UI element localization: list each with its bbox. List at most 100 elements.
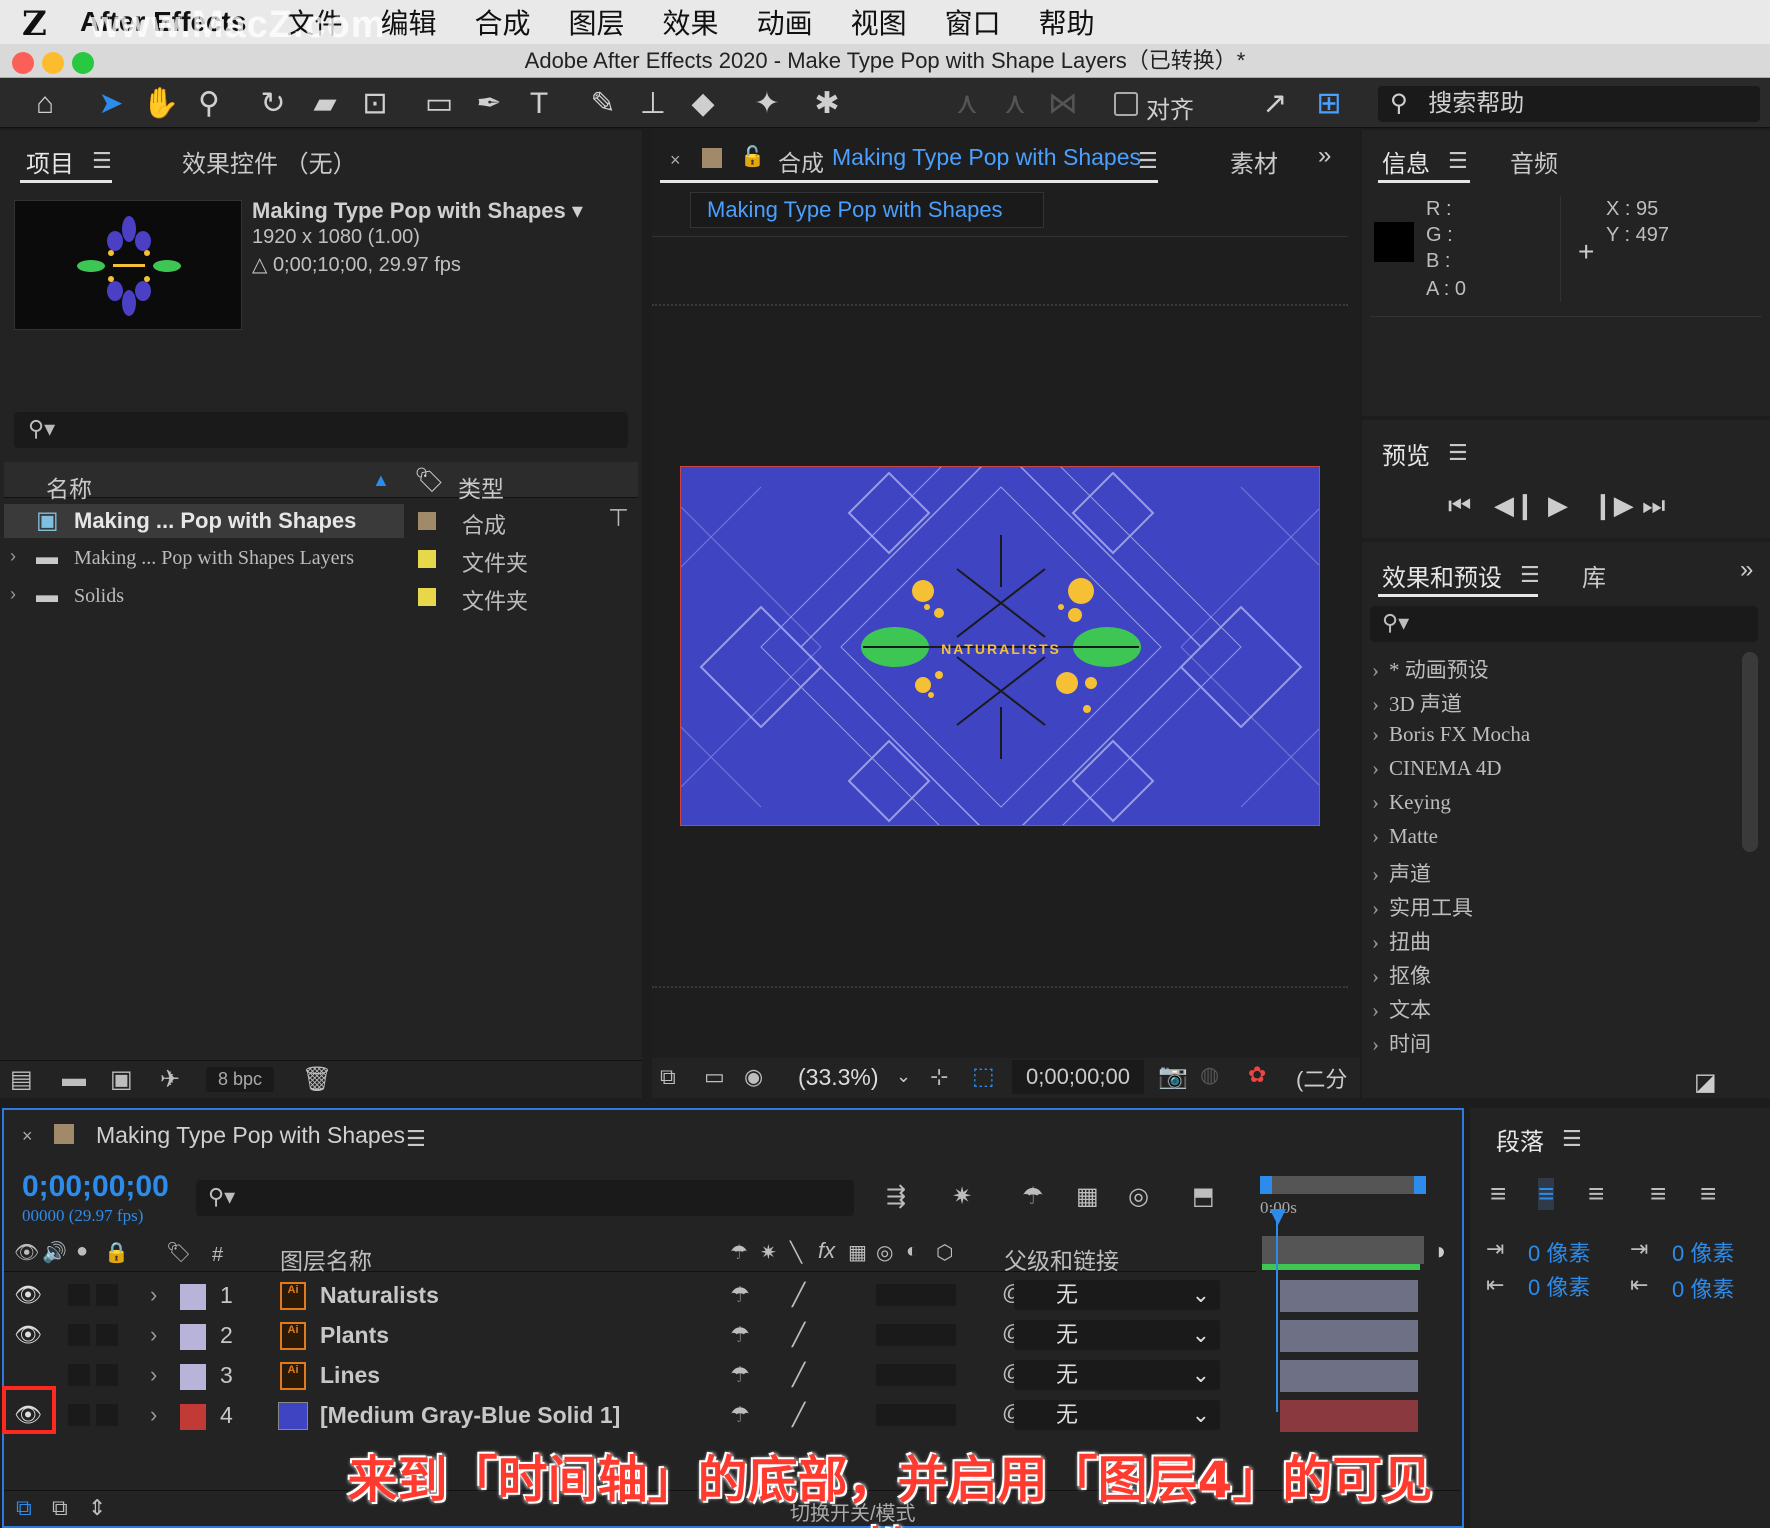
effects-scrollbar[interactable] [1742, 652, 1758, 852]
tab-audio[interactable]: 音频 [1510, 144, 1558, 179]
more-tabs-icon[interactable]: » [1740, 556, 1753, 584]
project-comp-name[interactable]: Making Type Pop with Shapes ▾ [252, 198, 583, 224]
expand-arrow-icon[interactable]: › [10, 546, 16, 567]
shy-icon[interactable]: ☂ [730, 1362, 750, 1388]
layer-label-color[interactable] [180, 1324, 206, 1350]
layer-duration-bar[interactable] [1280, 1320, 1418, 1352]
expand-arrow-icon[interactable]: › [150, 1362, 157, 1388]
panel-menu-icon[interactable]: ☰ [406, 1126, 426, 1152]
parent-select[interactable]: 无 ⌄ [1014, 1280, 1220, 1310]
switches-frame-blend-icon[interactable]: ▦ [848, 1240, 867, 1265]
mask-visibility-icon[interactable]: ◉ [744, 1064, 763, 1090]
current-timecode[interactable]: 0;00;00;00 [22, 1170, 169, 1204]
workspace-icon[interactable]: ⊞ [1310, 86, 1348, 122]
tab-composition[interactable]: Making Type Pop with Shapes [832, 144, 1141, 171]
switches-motion-blur-icon[interactable]: ◎ [876, 1240, 893, 1265]
eye-visibility-icon[interactable]: 👁 [14, 1282, 42, 1308]
panel-menu-icon[interactable]: ☰ [1448, 440, 1468, 466]
align-left-icon[interactable]: ≡ [1490, 1178, 1506, 1210]
project-search-input[interactable]: ⚲▾ [14, 412, 628, 448]
solo-toggle[interactable] [68, 1324, 90, 1346]
roto-brush-tool-icon[interactable]: ✦ [748, 86, 786, 122]
bpc-toggle[interactable]: 8 bpc [206, 1067, 275, 1092]
label-color-swatch[interactable] [418, 512, 436, 530]
home-icon[interactable]: ⌂ [26, 86, 64, 122]
work-area-end-handle[interactable] [1414, 1176, 1426, 1194]
resolution-select[interactable]: (二分 [1296, 1062, 1347, 1094]
effects-category[interactable]: › 实用工具 [1372, 892, 1473, 922]
effects-category[interactable]: › 声道 [1372, 858, 1431, 888]
effects-category[interactable]: › Boris FX Mocha [1372, 722, 1530, 747]
layer-name[interactable]: [Medium Gray-Blue Solid 1] [320, 1402, 620, 1429]
panel-menu-icon[interactable]: ☰ [1520, 562, 1540, 588]
quality-icon[interactable]: ╱ [792, 1322, 805, 1348]
rectangle-tool-icon[interactable]: ▭ [420, 86, 458, 122]
eraser-tool-icon[interactable]: ◆ [684, 86, 722, 122]
viewer-timecode[interactable]: 0;00;00;00 [1012, 1060, 1144, 1094]
layer-label-color[interactable] [180, 1404, 206, 1430]
effects-category[interactable]: › 时间 [1372, 1028, 1431, 1058]
expand-arrow-icon[interactable]: › [150, 1282, 157, 1308]
menu-layer[interactable]: 图层 [569, 2, 625, 42]
effects-category[interactable]: › 扭曲 [1372, 926, 1431, 956]
label-tag-icon[interactable]: 🏷 [414, 466, 444, 495]
timeline-search-input[interactable]: ⚲▾ [196, 1180, 854, 1216]
project-item-name[interactable]: Solids [74, 585, 124, 608]
solo-toggle[interactable] [68, 1404, 90, 1426]
align-center-icon[interactable]: ≡ [1538, 1178, 1555, 1210]
justify-left-icon[interactable]: ≡ [1650, 1178, 1666, 1210]
switch-boxes[interactable] [876, 1324, 956, 1346]
effects-category[interactable]: › 3D 声道 [1372, 688, 1462, 718]
always-preview-icon[interactable]: ⧉ [660, 1064, 676, 1090]
quality-icon[interactable]: ╱ [792, 1362, 805, 1388]
switch-boxes[interactable] [876, 1404, 956, 1426]
label-color-swatch[interactable] [418, 588, 436, 606]
effects-category[interactable]: › CINEMA 4D [1372, 756, 1502, 781]
solo-switch-icon[interactable]: ● [76, 1240, 88, 1263]
previous-frame-icon[interactable]: ◀❙ [1494, 490, 1536, 521]
menu-animation[interactable]: 动画 [757, 2, 813, 42]
layer-duration-bar[interactable] [1280, 1280, 1418, 1312]
eye-visibility-icon[interactable]: 👁 [14, 1322, 42, 1348]
grid-guides-icon[interactable]: ⊹ [930, 1064, 948, 1090]
close-window-button[interactable] [12, 52, 34, 74]
work-area-bar[interactable] [1260, 1176, 1424, 1194]
lock-toggle[interactable] [96, 1364, 118, 1386]
switches-shy-icon[interactable]: ☂ [730, 1240, 748, 1265]
graph-editor-icon[interactable]: ⬒ [1192, 1182, 1215, 1211]
column-type[interactable]: 类型 [458, 470, 504, 504]
rotate-tool-icon[interactable]: ↻ [254, 86, 292, 122]
switches-adjustment-icon[interactable]: ◐ [906, 1240, 918, 1263]
switches-3d-icon[interactable]: ⬡ [936, 1240, 953, 1265]
column-layer-name[interactable]: 图层名称 [280, 1242, 372, 1276]
composition-canvas[interactable]: NATURALISTS [680, 466, 1320, 826]
axis-world-icon[interactable]: ⋏ [996, 86, 1034, 122]
menu-window[interactable]: 窗口 [945, 2, 1001, 42]
clone-stamp-tool-icon[interactable]: ⊥ [634, 86, 672, 122]
effects-category[interactable]: › Matte [1372, 824, 1438, 849]
layer-row[interactable]: › 3 Ai Lines ☂ ╱ @ 无⌄ [4, 1358, 1418, 1396]
project-item-name[interactable]: Making ... Pop with Shapes Layers [74, 547, 354, 570]
close-tab-icon[interactable]: × [22, 1126, 33, 1147]
effects-category[interactable]: › Keying [1372, 790, 1451, 815]
space-before-value[interactable]: 0 像素 [1672, 1236, 1734, 1268]
shy-icon[interactable]: ☂ [730, 1322, 750, 1348]
solo-toggle[interactable] [68, 1284, 90, 1306]
tab-info[interactable]: 信息 [1382, 144, 1430, 179]
close-tab-icon[interactable]: × [670, 150, 681, 171]
new-folder-icon[interactable]: ▬ [62, 1065, 86, 1093]
next-frame-icon[interactable]: ❙▶ [1592, 490, 1634, 521]
frame-blending-icon[interactable]: ▦ [1076, 1182, 1099, 1211]
brush-tool-icon[interactable]: ✎ [584, 86, 622, 122]
zoom-window-button[interactable] [72, 52, 94, 74]
flowchart-icon[interactable]: ⊤ [608, 504, 629, 533]
align-right-icon[interactable]: ≡ [1588, 1178, 1604, 1210]
quality-icon[interactable]: ╱ [792, 1282, 805, 1308]
first-frame-icon[interactable]: ⏮ [1448, 490, 1471, 522]
comp-marker-bin-icon[interactable]: ◗ [1434, 1238, 1449, 1266]
snapshot-camera-icon[interactable]: 📷 [1158, 1062, 1188, 1091]
video-switch-icon[interactable]: 👁 [14, 1240, 39, 1265]
lock-toggle[interactable] [96, 1284, 118, 1306]
tab-footage[interactable]: 素材 [1230, 144, 1278, 179]
shy-icon[interactable]: ☂ [730, 1282, 750, 1308]
